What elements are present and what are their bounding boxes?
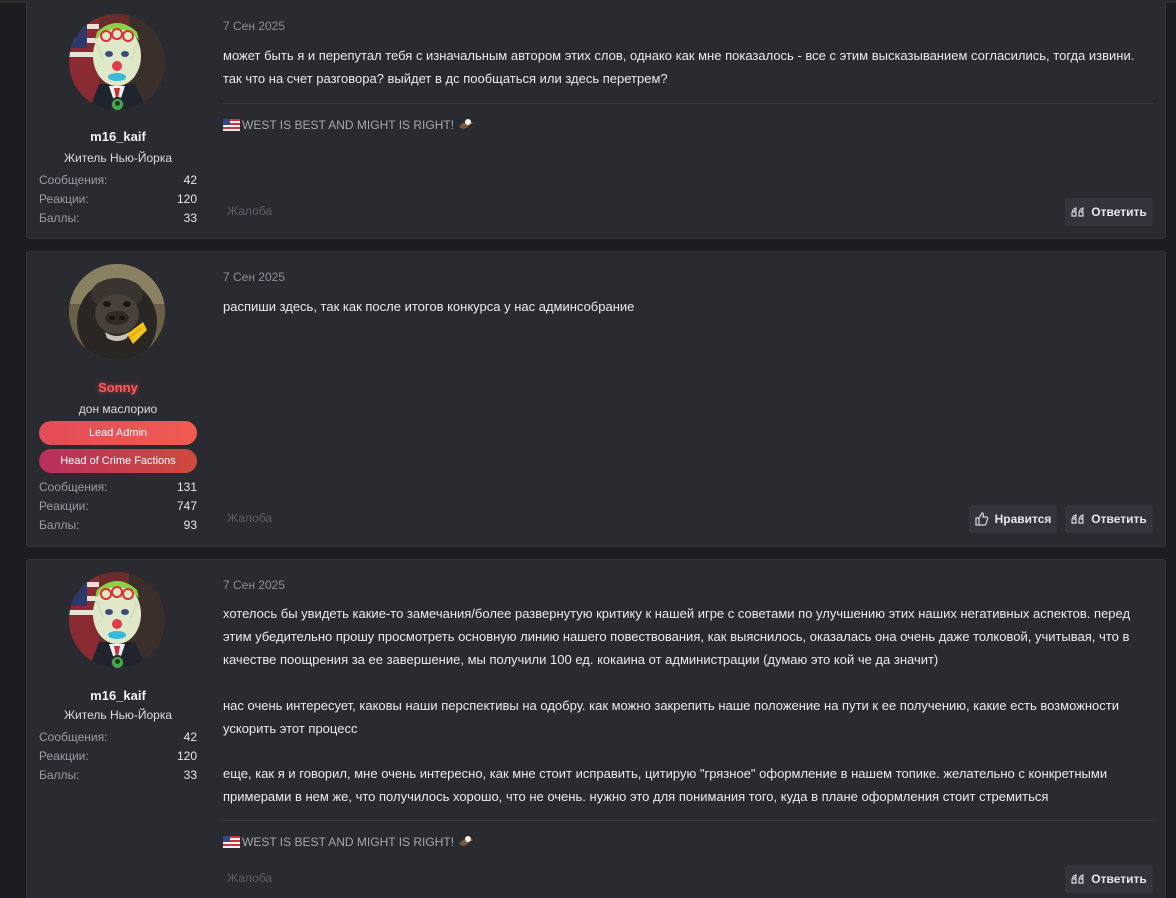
- stat-label: Баллы:: [39, 211, 80, 225]
- signature: WEST IS BEST AND MIGHT IS RIGHT!: [223, 117, 474, 133]
- stat-value[interactable]: 33: [184, 768, 197, 782]
- stat-label: Сообщения:: [39, 173, 108, 187]
- signature-divider: [223, 103, 1153, 104]
- reply-label: Ответить: [1091, 872, 1147, 886]
- president-clown-avatar-icon: [69, 14, 165, 110]
- user-panel: Sonny дон маслорио Lead Admin Head of Cr…: [27, 252, 209, 546]
- signature-text: WEST IS BEST AND MIGHT IS RIGHT!: [242, 118, 455, 132]
- stat-value[interactable]: 131: [177, 480, 197, 494]
- stat-label: Реакции:: [39, 749, 89, 763]
- message-text: распиши здесь, так как после итогов конк…: [223, 299, 635, 314]
- online-status-icon: [110, 97, 125, 112]
- report-link[interactable]: Жалоба: [227, 204, 272, 218]
- signature-text: WEST IS BEST AND MIGHT IS RIGHT!: [242, 835, 455, 849]
- username[interactable]: m16_kaif: [27, 688, 209, 703]
- stat-reactions: Реакции: 120: [39, 192, 197, 211]
- message-paragraph: хотелось бы увидеть какие-то замечания/б…: [223, 606, 1131, 667]
- online-status-icon: [110, 655, 125, 670]
- report-link[interactable]: Жалоба: [227, 511, 272, 525]
- stat-label: Реакции:: [39, 192, 89, 206]
- stat-points: Баллы: 33: [39, 768, 197, 787]
- stat-messages: Сообщения: 131: [39, 480, 197, 499]
- stat-value: 747: [176, 499, 197, 513]
- user-title: дон маслорио: [78, 402, 158, 416]
- stat-messages: Сообщения: 42: [39, 173, 197, 192]
- us-flag-icon: [223, 836, 240, 848]
- stat-reactions: Реакции: 747: [39, 499, 197, 518]
- username[interactable]: m16_kaif: [27, 129, 209, 144]
- gorilla-avatar-icon: [69, 264, 165, 360]
- user-panel: m16_kaif Житель Нью-Йорка Сообщения: 42 …: [27, 560, 209, 898]
- reply-button[interactable]: Ответить: [1065, 505, 1153, 533]
- username[interactable]: Sonny: [27, 380, 209, 395]
- message-paragraph: нас очень интересует, каковы наши перспе…: [223, 698, 1119, 736]
- eagle-icon: [459, 119, 474, 129]
- reply-label: Ответить: [1091, 512, 1147, 526]
- stat-value[interactable]: 33: [184, 211, 197, 225]
- stat-value[interactable]: 93: [184, 518, 197, 532]
- stat-label: Сообщения:: [39, 730, 108, 744]
- stat-messages: Сообщения: 42: [39, 730, 197, 749]
- quote-icon: [1071, 514, 1084, 524]
- stat-reactions: Реакции: 120: [39, 749, 197, 768]
- message-body: 7 Сен 2025 может быть я и перепутал тебя…: [223, 1, 1153, 238]
- post-date[interactable]: 7 Сен 2025: [223, 19, 285, 33]
- user-panel: m16_kaif Житель Нью-Йорка Сообщения: 42 …: [27, 1, 209, 238]
- us-flag-icon: [223, 119, 240, 131]
- message-post: m16_kaif Житель Нью-Йорка Сообщения: 42 …: [26, 559, 1166, 898]
- post-date[interactable]: 7 Сен 2025: [223, 578, 285, 592]
- stat-label: Баллы:: [39, 518, 80, 532]
- report-link[interactable]: Жалоба: [227, 871, 272, 885]
- signature-divider: [223, 820, 1153, 821]
- stat-value: 120: [176, 192, 197, 206]
- user-title: Житель Нью-Йорка: [63, 151, 173, 165]
- like-button[interactable]: Нравится: [969, 505, 1057, 533]
- user-title: Житель Нью-Йорка: [63, 708, 173, 722]
- user-avatar[interactable]: [69, 572, 165, 668]
- like-label: Нравится: [994, 512, 1052, 526]
- stat-points: Баллы: 33: [39, 211, 197, 230]
- user-banner-lead-admin: Lead Admin: [39, 421, 197, 445]
- user-banner-crime-factions: Head of Crime Factions: [39, 449, 197, 473]
- stat-value[interactable]: 42: [184, 730, 197, 744]
- stat-value: 120: [176, 749, 197, 763]
- signature: WEST IS BEST AND MIGHT IS RIGHT!: [223, 834, 474, 850]
- message-paragraph: еще, как я и говорил, мне очень интересн…: [223, 766, 1108, 804]
- stat-points: Баллы: 93: [39, 518, 197, 537]
- message-body: 7 Сен 2025 хотелось бы увидеть какие-то …: [223, 560, 1153, 898]
- reply-label: Ответить: [1091, 205, 1147, 219]
- post-date[interactable]: 7 Сен 2025: [223, 270, 285, 284]
- quote-icon: [1071, 207, 1084, 217]
- message-text: может быть я и перепутал тебя с изначаль…: [223, 48, 1135, 86]
- eagle-icon: [459, 836, 474, 846]
- quote-icon: [1071, 874, 1084, 884]
- message-body: 7 Сен 2025 распиши здесь, так как после …: [223, 252, 1153, 546]
- stat-label: Баллы:: [39, 768, 80, 782]
- president-clown-avatar-icon: [69, 572, 165, 668]
- message-post: m16_kaif Житель Нью-Йорка Сообщения: 42 …: [26, 1, 1166, 239]
- reply-button[interactable]: Ответить: [1065, 865, 1153, 893]
- user-avatar[interactable]: [69, 264, 165, 360]
- stat-value[interactable]: 42: [184, 173, 197, 187]
- stat-label: Сообщения:: [39, 480, 108, 494]
- thumbs-up-icon: [974, 512, 988, 526]
- stat-label: Реакции:: [39, 499, 89, 513]
- reply-button[interactable]: Ответить: [1065, 198, 1153, 226]
- user-avatar[interactable]: [69, 14, 165, 110]
- message-post: Sonny дон маслорио Lead Admin Head of Cr…: [26, 251, 1166, 547]
